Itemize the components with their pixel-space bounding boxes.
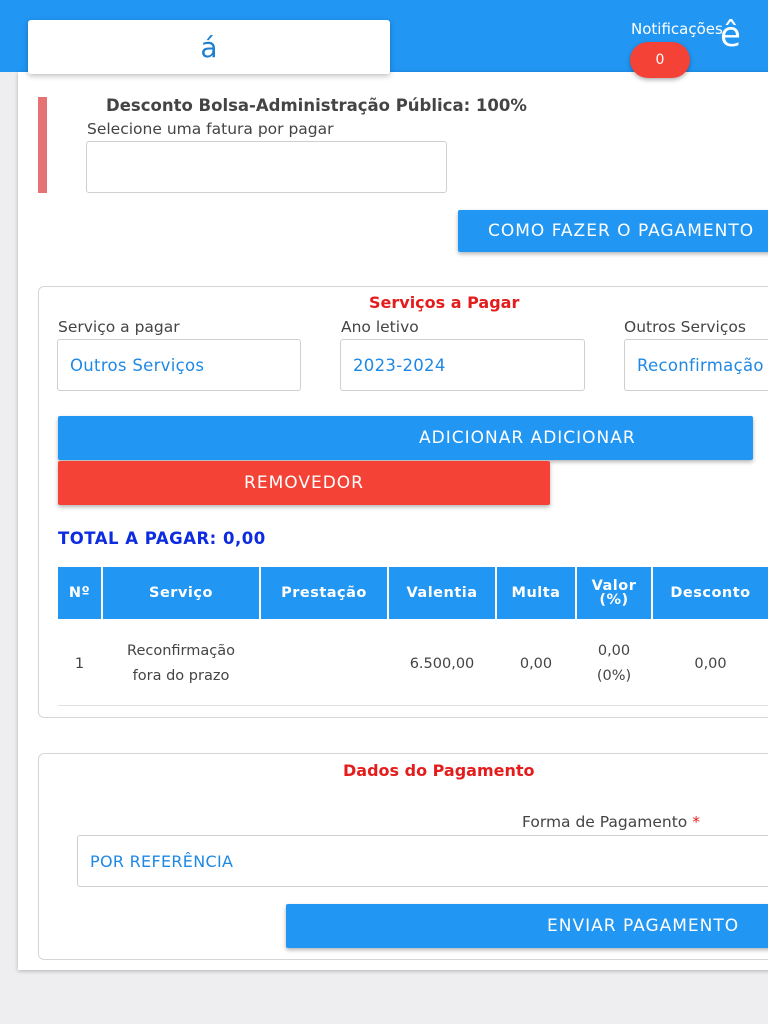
send-payment-button[interactable]: ENVIAR PAGAMENTO xyxy=(286,904,768,948)
table-header-fine: Multa xyxy=(497,567,575,619)
remove-service-button[interactable]: REMOVEDOR xyxy=(58,461,550,505)
table-row-divider xyxy=(58,705,768,706)
cell-percent-value: 0,00 xyxy=(597,643,631,659)
service-select-value: Outros Serviços xyxy=(70,355,205,375)
cell-percent: 0,00 (0%) xyxy=(577,634,651,694)
cell-service-line2: fora do prazo xyxy=(132,668,230,684)
school-year-label: Ano letivo xyxy=(341,318,419,336)
invoice-select-label: Selecione uma fatura por pagar xyxy=(87,120,334,138)
notifications-label[interactable]: Notificações xyxy=(631,20,723,38)
other-services-select[interactable]: Reconfirmação fora do prazo xyxy=(624,339,768,391)
table-header-percent: Valor (%) xyxy=(577,567,651,619)
discount-accent-bar xyxy=(38,97,47,193)
cell-percent-rate: (0%) xyxy=(596,668,632,684)
payment-method-label: Forma de Pagamento * xyxy=(522,813,700,831)
how-to-pay-button[interactable]: COMO FAZER O PAGAMENTO xyxy=(458,210,768,252)
table-header-installment: Prestação xyxy=(261,567,387,619)
services-section-title: Serviços a Pagar xyxy=(369,293,520,312)
cell-number: 1 xyxy=(74,655,85,672)
table-header-number: Nº xyxy=(58,567,101,619)
table-header-discount: Desconto xyxy=(653,567,768,619)
table-header-service: Serviço xyxy=(103,567,259,619)
search-box[interactable]: á xyxy=(28,20,390,74)
cell-value: 6.500,00 xyxy=(409,655,475,672)
search-glyph: á xyxy=(200,30,218,64)
cell-service: Reconfirmação fora do prazo xyxy=(103,634,259,694)
service-label: Serviço a pagar xyxy=(58,318,180,336)
cell-fine: 0,00 xyxy=(519,655,553,672)
payment-section-title: Dados do Pagamento xyxy=(343,761,535,780)
cell-installment xyxy=(261,634,387,694)
invoice-select-input[interactable] xyxy=(86,141,447,193)
service-select[interactable]: Outros Serviços xyxy=(57,339,301,391)
school-year-select[interactable]: 2023-2024 xyxy=(340,339,585,391)
user-menu-icon[interactable]: ê xyxy=(720,18,741,52)
payment-method-value: POR REFERÊNCIA xyxy=(90,851,234,871)
add-service-button[interactable]: ADICIONAR ADICIONAR xyxy=(58,416,753,460)
total-to-pay: TOTAL A PAGAR: 0,00 xyxy=(58,529,266,548)
table-header-value: Valentia xyxy=(389,567,495,619)
notifications-count-badge[interactable]: 0 xyxy=(630,42,690,78)
school-year-select-value: 2023-2024 xyxy=(353,355,446,375)
payment-method-select[interactable]: POR REFERÊNCIA xyxy=(77,835,768,887)
other-services-select-value: Reconfirmação fora do prazo xyxy=(637,355,768,375)
required-mark: * xyxy=(692,813,700,831)
other-services-label: Outros Serviços xyxy=(624,318,746,336)
discount-title: Desconto Bolsa-Administração Pública: 10… xyxy=(106,96,527,115)
cell-discount: 0,00 xyxy=(694,655,727,672)
payment-method-label-text: Forma de Pagamento xyxy=(522,813,688,831)
cell-service-line1: Reconfirmação xyxy=(127,643,235,659)
